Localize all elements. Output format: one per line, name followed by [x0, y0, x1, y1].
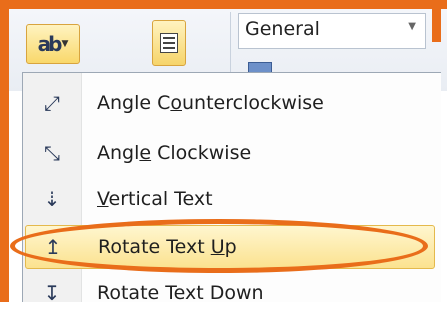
highlight-frame — [0, 0, 447, 302]
highlight-frame-edge — [432, 0, 441, 42]
